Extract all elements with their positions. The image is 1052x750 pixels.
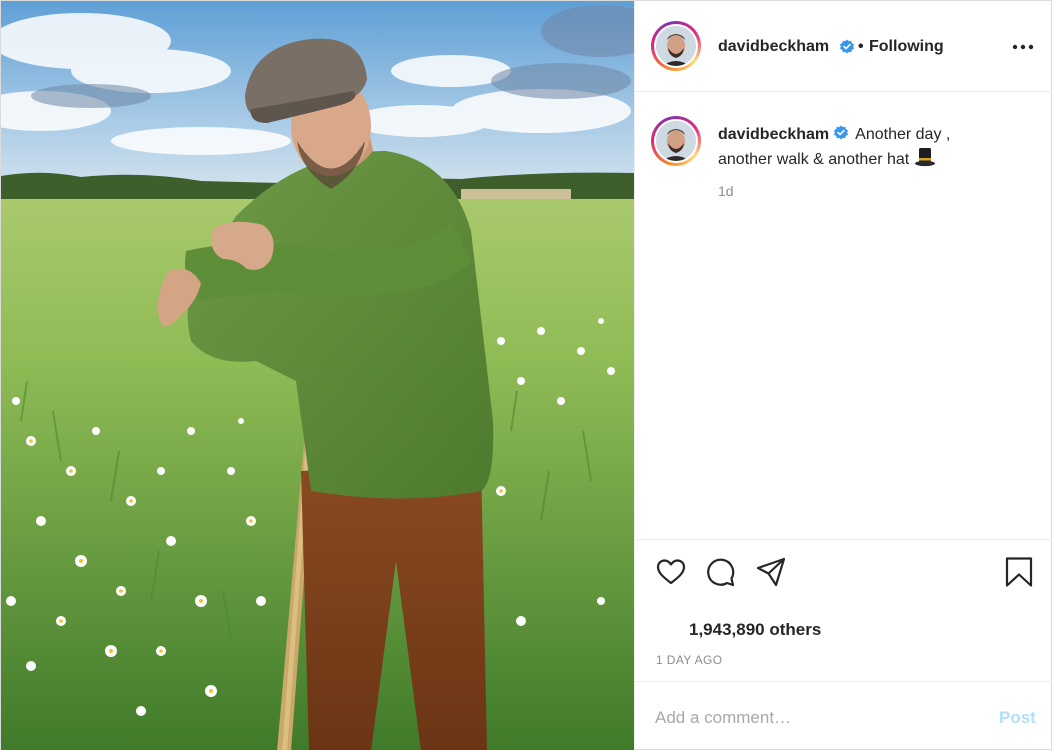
caption-avatar[interactable]: [651, 116, 701, 166]
comment-bar: Post: [635, 681, 1052, 750]
caption-username[interactable]: davidbeckham: [718, 126, 829, 143]
post-photo-illustration: [1, 1, 634, 750]
verified-badge-icon: [840, 39, 854, 54]
share-icon[interactable]: [755, 556, 787, 588]
post-comment-button[interactable]: Post: [999, 708, 1036, 728]
instagram-post: davidbeckham • Following davidbeckham An…: [0, 0, 1052, 750]
post-timestamp[interactable]: 1 DAY AGO: [656, 653, 723, 667]
author-avatar[interactable]: [651, 21, 701, 71]
comment-icon[interactable]: [705, 556, 737, 588]
bookmark-icon[interactable]: [1003, 556, 1035, 588]
caption-timestamp[interactable]: 1d: [718, 183, 734, 199]
action-bar: [635, 539, 1052, 601]
verified-badge-icon: [834, 125, 849, 140]
more-options-icon[interactable]: [1007, 35, 1039, 59]
following-button[interactable]: Following: [869, 38, 944, 56]
separator-dot: •: [858, 38, 864, 55]
post-header: davidbeckham • Following: [635, 1, 1052, 92]
top-hat-icon: [914, 148, 935, 167]
post-photo[interactable]: [1, 1, 634, 750]
author-username[interactable]: davidbeckham: [718, 38, 829, 56]
caption-line-1: Another day ,: [855, 126, 951, 143]
post-details-panel: davidbeckham • Following davidbeckham An…: [634, 1, 1052, 750]
caption-line-2: another walk & another hat: [718, 151, 910, 168]
likes-count[interactable]: 1,943,890 others: [689, 620, 821, 640]
avatar-image: [656, 26, 696, 66]
comment-input[interactable]: [655, 706, 975, 730]
caption-text: davidbeckham Another day , another walk …: [718, 123, 1038, 171]
avatar-image: [656, 121, 696, 161]
heart-icon[interactable]: [655, 556, 687, 588]
